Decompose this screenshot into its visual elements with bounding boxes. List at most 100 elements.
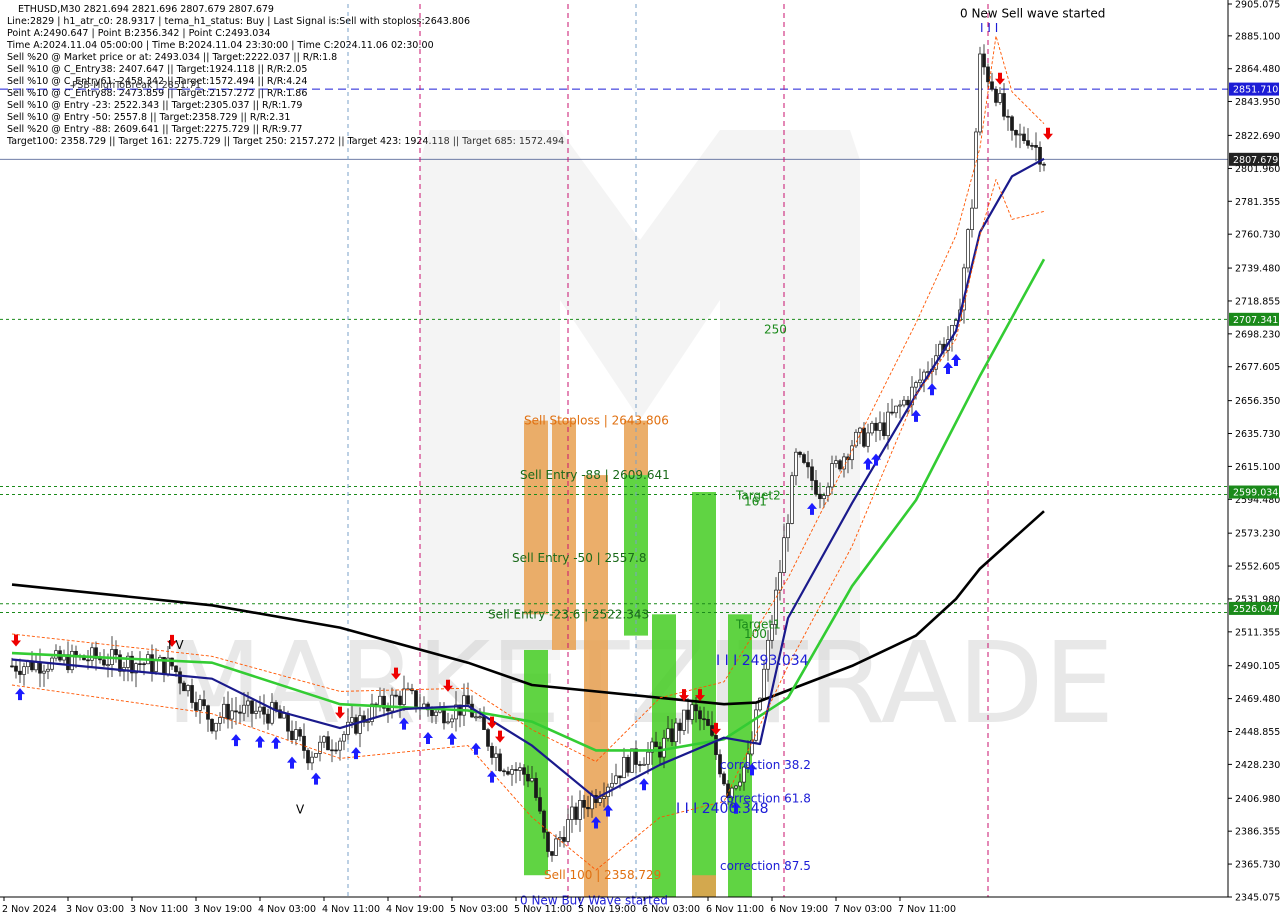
candle-body [734,785,738,789]
candle-body [526,773,530,782]
candle-body [246,700,250,706]
candle-body [262,706,266,715]
candle-body [238,711,242,714]
candle-body [670,728,674,743]
candle-body [478,716,482,719]
candle-body [306,750,310,764]
candle-body [490,745,494,758]
candle-body [618,775,622,779]
candle-body [86,659,90,662]
candle-body [10,665,14,668]
annotation-label: Sell Entry -50 | 2557.8 [512,551,646,565]
candle-body [1042,163,1046,166]
candle-body [914,382,918,388]
candle-body [394,694,398,697]
candle-body [114,649,118,656]
candle-body [826,486,830,496]
candle-body [706,718,710,726]
candle-body [202,699,206,707]
y-tick-label: 2573.230 [1235,529,1280,540]
candle-body [434,711,438,716]
candle-body [778,572,782,591]
x-tick-label: 4 Nov 03:00 [258,904,316,915]
candle-body [366,721,370,723]
candle-body [882,422,886,437]
candle-body [698,710,702,720]
y-tick-label: 2656.350 [1235,396,1280,407]
candle-body [514,769,518,771]
annotation-label: Sell Stoploss | 2643.806 [524,414,669,428]
zone-rect [692,875,716,897]
candle-body [334,749,338,752]
candle-body [850,445,854,461]
candle-body [242,704,246,714]
candle-body [42,670,46,674]
watermark-text: MARKETZITRADE [166,619,1115,749]
candle-body [290,730,294,740]
candle-body [794,451,798,477]
x-tick-label: 3 Nov 19:00 [194,904,252,915]
candle-body [702,718,706,721]
x-tick-label: 6 Nov 11:00 [706,904,764,915]
y-tick-label: 2718.855 [1235,296,1280,307]
candle-body [890,411,894,414]
candle-body [398,695,402,705]
y-tick-label: 2843.950 [1235,97,1280,108]
candle-body [678,722,682,731]
candle-body [206,705,210,720]
candle-body [282,713,286,719]
y-tick-label: 2677.605 [1235,362,1280,373]
candle-body [350,717,354,723]
price-chart[interactable]: MARKETZITRADE Sell Stoploss | 2643.806 Se… [0,0,1280,920]
buy-arrow-icon [487,770,497,783]
candle-body [254,710,258,714]
buy-arrow-icon [311,772,321,785]
candle-body [642,763,646,766]
candle-body [174,665,178,673]
candle-body [590,795,594,810]
sell-arrow-icon [1043,127,1053,140]
candle-body [286,713,290,732]
candle-body [430,709,434,716]
candle-body [646,751,650,765]
candle-body [90,647,94,661]
candle-body [474,716,478,719]
candle-body [866,432,870,447]
candle-body [266,713,270,724]
buy-arrow-icon [15,688,25,701]
y-tick-label: 2905.075 [1235,0,1280,11]
candle-body [502,770,506,773]
candle-body [22,666,26,675]
candle-body [294,729,298,740]
buy-arrow-icon [639,778,649,791]
candle-body [574,806,578,820]
y-tick-label: 2511.355 [1235,627,1280,638]
y-tick-label: 2864.480 [1235,64,1280,75]
candle-body [354,717,358,734]
candle-body [714,735,718,755]
price-label-text: 2707.341 [1233,315,1278,326]
candle-body [330,749,334,752]
candle-body [738,781,742,787]
candle-body [38,661,42,674]
x-tick-label: 5 Nov 19:00 [578,904,636,915]
candle-body [894,405,898,414]
candle-body [554,838,558,856]
candle-body [442,708,446,724]
y-tick-label: 2781.355 [1235,197,1280,208]
annotation-label: 100 [744,627,767,641]
candle-body [722,773,726,785]
annotation-label: Sell Entry -23.6 | 2522.343 [488,607,649,621]
candle-body [550,851,554,856]
y-tick-label: 2448.855 [1235,727,1280,738]
candle-body [258,706,262,712]
annotation-label: 0 New Sell wave started [960,7,1105,21]
x-tick-label: 5 Nov 03:00 [450,904,508,915]
x-tick-label: 6 Nov 03:00 [642,904,700,915]
x-tick-label: 7 Nov 03:00 [834,904,892,915]
candle-body [178,671,182,684]
candle-body [862,427,866,447]
candle-body [790,475,794,524]
candle-body [154,660,158,672]
y-tick-label: 2428.230 [1235,760,1280,771]
